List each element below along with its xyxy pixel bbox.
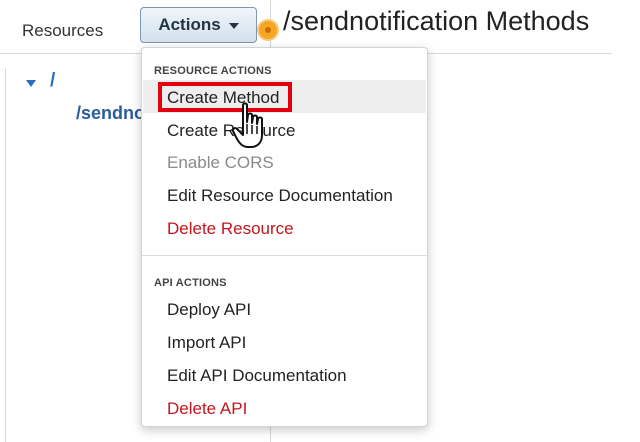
hand-pointer-icon <box>231 102 263 148</box>
menu-item-import-api[interactable]: Import API <box>167 333 246 353</box>
resources-title: Resources <box>22 21 104 40</box>
actions-dropdown-menu: RESOURCE ACTIONS Create Method Create Re… <box>141 47 428 427</box>
menu-item-enable-cors: Enable CORS <box>167 153 274 172</box>
section-header-resource-actions: RESOURCE ACTIONS <box>154 65 272 77</box>
menu-divider <box>142 255 427 256</box>
divider <box>5 68 6 442</box>
tree-toggle-icon[interactable] <box>26 80 36 87</box>
caret-down-icon <box>228 23 239 29</box>
menu-item-delete-api[interactable]: Delete API <box>167 399 247 419</box>
menu-item-edit-api-documentation[interactable]: Edit API Documentation <box>167 366 347 386</box>
menu-item-delete-resource[interactable]: Delete Resource <box>167 219 294 239</box>
actions-button[interactable]: Actions <box>140 7 257 43</box>
section-header-api-actions: API ACTIONS <box>154 277 227 289</box>
status-dot-icon <box>259 21 277 39</box>
menu-item-edit-resource-documentation[interactable]: Edit Resource Documentation <box>167 186 393 206</box>
tree-item-root[interactable]: / <box>50 70 55 92</box>
actions-button-label: Actions <box>158 15 221 34</box>
annotation-highlight-box <box>158 82 292 112</box>
menu-item-deploy-api[interactable]: Deploy API <box>167 300 251 320</box>
tree-item-sendnotification[interactable]: /sendnotification <box>76 103 142 124</box>
page-title: /sendnotification Methods <box>283 6 590 36</box>
